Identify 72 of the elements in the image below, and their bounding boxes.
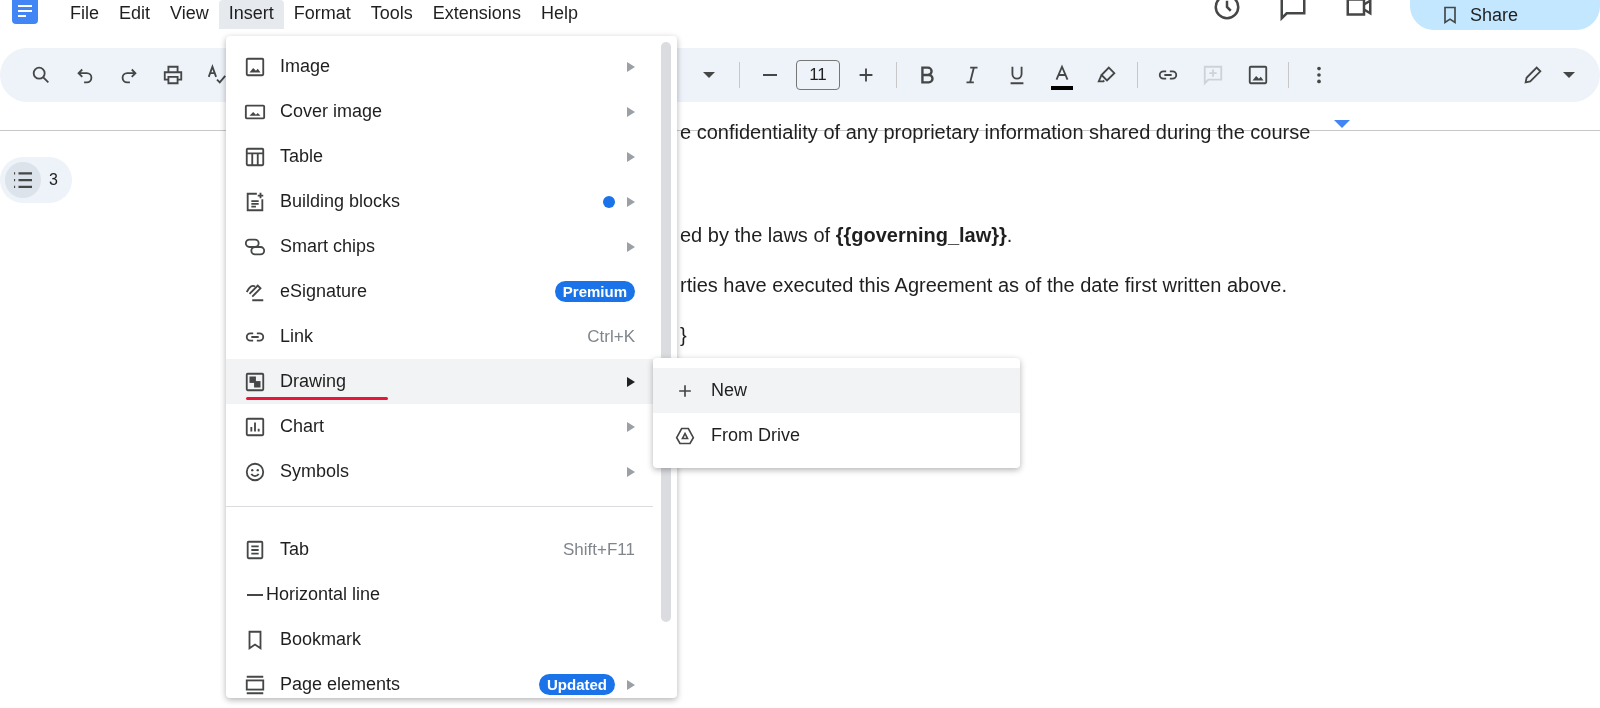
menu-bar-item[interactable]: Edit <box>109 0 161 29</box>
bar-chart-icon <box>244 415 266 438</box>
badge: Updated <box>539 674 615 695</box>
menu-item[interactable]: Drawing <box>226 359 653 404</box>
badge: Premium <box>554 281 635 302</box>
menu-item-label: Building blocks <box>280 191 401 212</box>
menu-item-label: Horizontal line <box>266 584 381 605</box>
menu-item-label: eSignature <box>280 281 368 302</box>
image-icon[interactable] <box>1247 64 1269 86</box>
menu-item[interactable]: Table <box>226 134 677 179</box>
menu-item-label: From Drive <box>711 425 800 446</box>
search-icon[interactable] <box>30 64 52 86</box>
shortcut-text: Ctrl+K <box>587 326 635 347</box>
comment-icon[interactable] <box>1278 0 1308 22</box>
menu-item-label: Cover image <box>280 101 383 122</box>
docs-logo-icon[interactable] <box>12 0 38 24</box>
print-icon[interactable] <box>162 64 184 86</box>
menu-item[interactable]: Horizontal line <box>226 572 677 617</box>
menu-item[interactable]: eSignature Premium <box>226 269 677 314</box>
outline-chip[interactable]: 3 <box>0 157 72 203</box>
document-text: } <box>680 323 688 348</box>
menu-bar-item[interactable]: Format <box>283 0 361 29</box>
menu-item[interactable]: Smart chips <box>226 224 677 269</box>
menu-item[interactable]: Building blocks <box>226 179 677 224</box>
menu-item[interactable]: Link Ctrl+K <box>226 314 677 359</box>
minus-icon[interactable] <box>762 74 778 76</box>
line-icon <box>246 593 264 596</box>
history-icon[interactable] <box>1212 0 1242 22</box>
document-text: rties have executed this Agreement as of the date first written above. <box>680 273 1288 298</box>
layout-icon <box>244 673 266 696</box>
submenu-item[interactable]: New <box>653 368 1020 413</box>
outline-count: 3 <box>49 171 58 189</box>
document-plus-icon <box>244 190 266 213</box>
menu-bar-item[interactable]: View <box>160 0 219 29</box>
menu-item-label: Table <box>280 146 324 167</box>
spellcheck-icon[interactable] <box>206 64 228 86</box>
menu-item[interactable]: Cover image <box>226 89 677 134</box>
menu-item-label: Symbols <box>280 461 350 482</box>
menu-item[interactable]: Image <box>226 44 677 89</box>
share-button[interactable]: Share <box>1410 0 1600 30</box>
font-size-field[interactable]: 11 <box>796 60 840 90</box>
shapes-icon <box>244 370 266 393</box>
menu-item-label: Chart <box>280 416 324 437</box>
menu-item-label: Bookmark <box>280 629 362 650</box>
smiley-icon <box>244 460 266 483</box>
menu-item-label: New <box>711 380 747 401</box>
document-text: e confidentiality of any proprietary information shared during the course <box>680 120 1311 144</box>
menu-item-label: Link <box>280 326 314 347</box>
menu-item-label: Tab <box>280 539 310 560</box>
table-icon <box>244 145 266 168</box>
menu-item[interactable]: Tab Shift+F11 <box>226 527 677 572</box>
menu-item-label: Image <box>280 56 331 77</box>
image-icon <box>244 55 266 78</box>
menu-bar-item[interactable]: Insert <box>218 0 284 29</box>
menu-bar-item[interactable]: Help <box>530 0 588 29</box>
drive-icon <box>675 425 695 446</box>
menu-item-label: Drawing <box>280 371 347 392</box>
document-icon <box>244 538 266 561</box>
menu-item[interactable]: Page elements Updated <box>226 662 677 707</box>
menu-item-label: Page elements <box>280 674 401 695</box>
document-text: ed by the laws of {{governing_law}}. <box>680 223 1014 248</box>
caret-icon[interactable] <box>703 72 715 78</box>
menu-item[interactable]: Bookmark <box>226 617 677 662</box>
menu-bar-item[interactable]: File <box>60 0 109 29</box>
caret-icon[interactable] <box>1563 72 1575 78</box>
indent-marker-icon[interactable] <box>1334 120 1350 128</box>
pencil-icon[interactable] <box>1522 64 1544 86</box>
menu-bar-item[interactable]: Extensions <box>422 0 531 29</box>
menu-item-label: Smart chips <box>280 236 376 257</box>
shortcut-text: Shift+F11 <box>563 539 635 560</box>
list-icon <box>14 172 32 188</box>
menu-bar-item[interactable]: Tools <box>360 0 423 29</box>
